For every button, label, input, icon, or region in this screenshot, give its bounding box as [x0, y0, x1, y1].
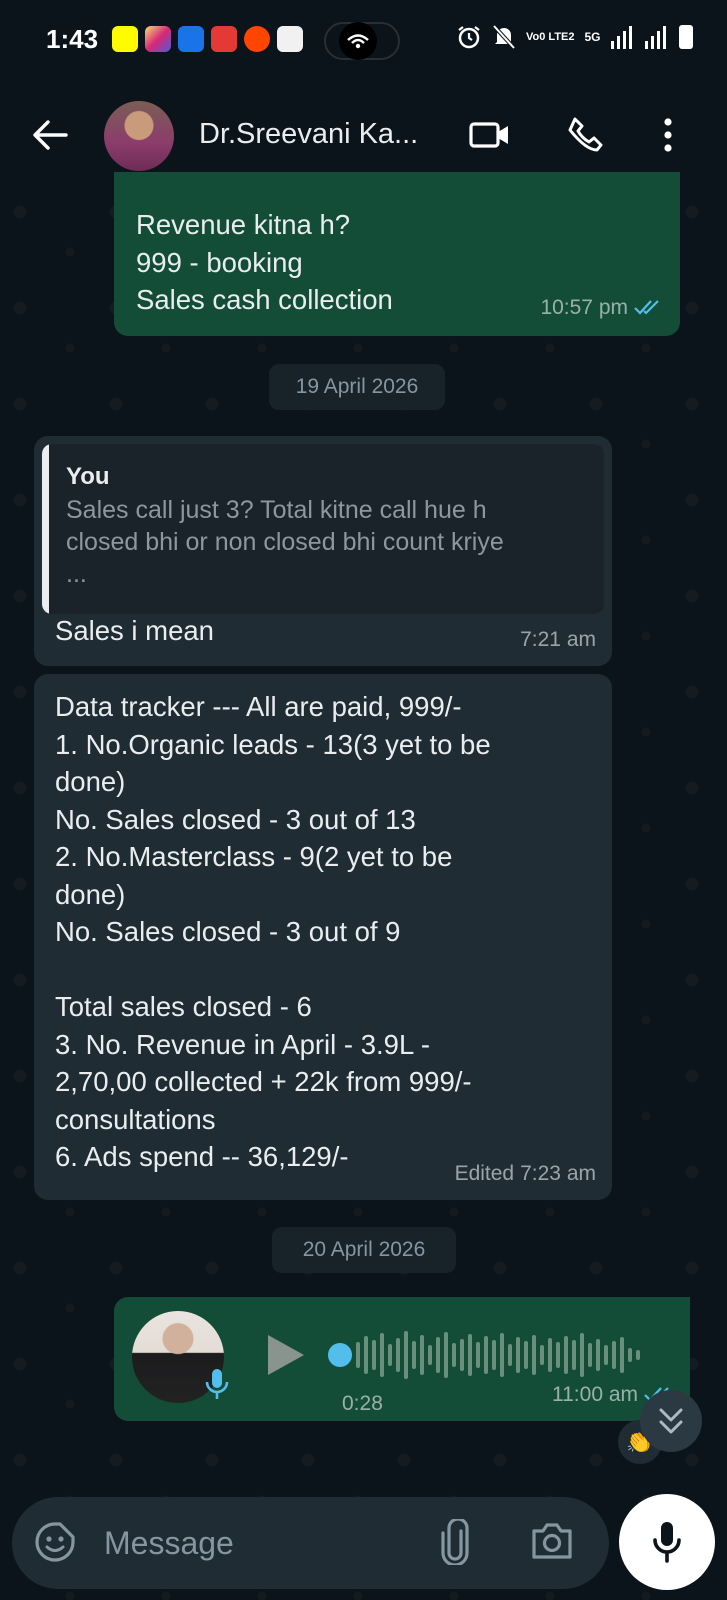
- voice-call-icon: [568, 117, 603, 152]
- outgoing-message[interactable]: Revenue kitna h? 999 - booking Sales cas…: [114, 172, 680, 336]
- quoted-message[interactable]: You Sales call just 3? Total kitne call …: [42, 444, 604, 614]
- message-time: 7:23 am: [520, 1161, 596, 1185]
- sticker-emoji-icon: [35, 1522, 75, 1562]
- emoji-button[interactable]: [34, 1521, 76, 1568]
- voice-note-duration: 0:28: [342, 1392, 383, 1415]
- more-options-button[interactable]: [646, 113, 690, 157]
- contact-avatar[interactable]: [104, 101, 174, 171]
- voice-record-button[interactable]: [619, 1494, 715, 1590]
- back-arrow-icon: [33, 120, 68, 150]
- date-chip: 20 April 2026: [272, 1227, 456, 1273]
- snapchat-icon: [112, 26, 138, 52]
- news-app-icon: [277, 26, 303, 52]
- quote-bar: [42, 444, 49, 614]
- network-label: Vo0 LTE2: [526, 30, 575, 43]
- message-time: 11:00 am: [552, 1382, 638, 1406]
- incoming-message[interactable]: Data tracker --- All are paid, 999/- 1. …: [34, 674, 612, 1200]
- status-time: 1:43: [46, 24, 99, 54]
- message-text: Data tracker --- All are paid, 999/- 1. …: [55, 691, 491, 1172]
- camera-icon: [532, 1523, 572, 1559]
- message-input[interactable]: [104, 1519, 424, 1567]
- incoming-message[interactable]: You Sales call just 3? Total kitne call …: [34, 436, 612, 666]
- edited-label: Edited: [454, 1161, 515, 1185]
- contact-name[interactable]: Dr.Sreevani Ka...: [199, 118, 418, 151]
- status-bar: 1:43 Vo0 LTE2 5G: [0, 0, 727, 80]
- double-chevron-down-icon: [659, 1408, 683, 1434]
- back-button[interactable]: [28, 113, 72, 157]
- video-call-icon: [469, 122, 508, 148]
- play-store-icon: [178, 26, 204, 52]
- mic-icon: [205, 1369, 229, 1399]
- camera-button[interactable]: [530, 1521, 574, 1566]
- read-receipt-icon: [634, 300, 659, 315]
- message-time: 7:21 am: [520, 627, 596, 651]
- message-meta: Edited 7:23 am: [455, 1155, 596, 1193]
- message-meta: 10:57 pm: [540, 289, 664, 327]
- playback-scrubber[interactable]: [328, 1343, 352, 1367]
- network-type: 5G: [584, 30, 601, 44]
- hotspot-icon: [339, 22, 377, 60]
- voice-call-button[interactable]: [563, 113, 607, 157]
- system-status-icons: Vo0 LTE2 5G: [456, 24, 693, 50]
- quote-author: You: [66, 463, 110, 490]
- battery-icon: [678, 25, 693, 49]
- alarm-icon: [458, 26, 480, 49]
- message-meta: 7:21 am: [520, 621, 596, 659]
- video-call-button[interactable]: [468, 113, 512, 157]
- more-options-icon: [664, 118, 672, 152]
- microphone-icon: [653, 1522, 681, 1563]
- message-composer: [12, 1497, 609, 1589]
- attach-button[interactable]: [440, 1517, 470, 1570]
- play-icon: [268, 1335, 304, 1375]
- signal-icon: [610, 26, 632, 49]
- paperclip-icon: [441, 1517, 469, 1567]
- quote-text: Sales call just 3? Total kitne call hue …: [66, 496, 504, 588]
- outgoing-voice-note[interactable]: 0:28 11:00 am: [114, 1297, 690, 1421]
- message-text: Sales i mean: [55, 615, 214, 646]
- scroll-to-bottom-button[interactable]: [640, 1390, 702, 1452]
- mute-icon: [492, 24, 516, 50]
- app-notification-icon: [211, 26, 237, 52]
- play-button[interactable]: [264, 1331, 308, 1389]
- message-text: Revenue kitna h? 999 - booking Sales cas…: [136, 209, 393, 315]
- date-chip: 19 April 2026: [269, 364, 445, 410]
- notification-icons: [112, 26, 303, 52]
- message-time: 10:57 pm: [540, 295, 628, 319]
- signal-icon-2: [644, 26, 666, 49]
- instagram-icon: [145, 26, 171, 52]
- reddit-icon: [244, 26, 270, 52]
